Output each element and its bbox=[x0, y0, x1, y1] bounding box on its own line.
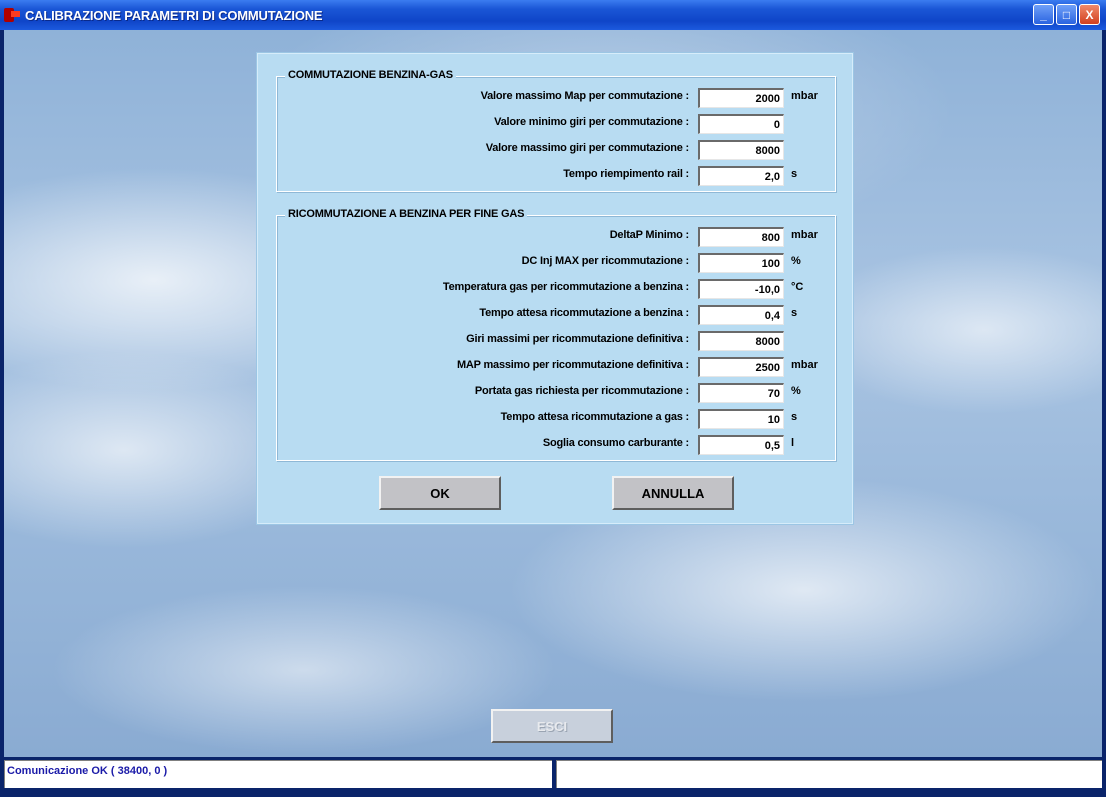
deltap-min-input[interactable]: 800 bbox=[698, 227, 784, 247]
rail-fill-time-input[interactable]: 2,0 bbox=[698, 166, 784, 186]
param-unit: s bbox=[791, 168, 798, 180]
group-title: RICOMMUTAZIONE A BENZINA PER FINE GAS bbox=[285, 208, 528, 220]
param-row: Valore massimo Map per commutazione : 20… bbox=[277, 88, 835, 108]
param-unit: mbar bbox=[791, 90, 818, 102]
param-label: Tempo attesa ricommutazione a gas : bbox=[500, 411, 690, 423]
map-max-input[interactable]: 2000 bbox=[698, 88, 784, 108]
window-controls: _ □ X bbox=[1033, 4, 1100, 25]
client-area: COMMUTAZIONE BENZINA-GAS Valore massimo … bbox=[4, 30, 1102, 757]
param-row: Portata gas richiesta per ricommutazione… bbox=[277, 383, 835, 403]
param-unit: s bbox=[791, 307, 798, 319]
maximize-button[interactable]: □ bbox=[1056, 4, 1077, 25]
param-label: Tempo riempimento rail : bbox=[563, 168, 689, 180]
param-label: Valore massimo giri per commutazione : bbox=[485, 142, 689, 154]
param-label: Tempo attesa ricommutazione a benzina : bbox=[479, 307, 689, 319]
map-max-definitive-input[interactable]: 2500 bbox=[698, 357, 784, 377]
param-unit: % bbox=[791, 385, 801, 397]
param-label: Temperatura gas per ricommutazione a ben… bbox=[442, 281, 689, 293]
app-window: CALIBRAZIONE PARAMETRI DI COMMUTAZIONE _… bbox=[0, 0, 1106, 797]
calibration-dialog: COMMUTAZIONE BENZINA-GAS Valore massimo … bbox=[257, 53, 853, 524]
dc-inj-max-input[interactable]: 100 bbox=[698, 253, 784, 273]
wait-time-gas-input[interactable]: 10 bbox=[698, 409, 784, 429]
param-label: DeltaP Minimo : bbox=[609, 229, 690, 241]
status-bar: Comunicazione OK ( 38400, 0 ) bbox=[4, 757, 1102, 791]
param-row: Soglia consumo carburante : 0,5 l bbox=[277, 435, 835, 455]
param-row: Tempo attesa ricommutazione a gas : 10 s bbox=[277, 409, 835, 429]
group-ricommutazione-benzina: RICOMMUTAZIONE A BENZINA PER FINE GAS De… bbox=[276, 208, 836, 461]
param-label: Portata gas richiesta per ricommutazione… bbox=[474, 385, 689, 397]
param-row: Temperatura gas per ricommutazione a ben… bbox=[277, 279, 835, 299]
param-unit: °C bbox=[791, 281, 804, 293]
fuel-threshold-input[interactable]: 0,5 bbox=[698, 435, 784, 455]
param-row: Giri massimi per ricommutazione definiti… bbox=[277, 331, 835, 351]
title-bar[interactable]: CALIBRAZIONE PARAMETRI DI COMMUTAZIONE _… bbox=[0, 0, 1106, 30]
param-row: Valore minimo giri per commutazione : 0 bbox=[277, 114, 835, 134]
param-row: Tempo riempimento rail : 2,0 s bbox=[277, 166, 835, 186]
param-row: MAP massimo per ricommutazione definitiv… bbox=[277, 357, 835, 377]
group-title: COMMUTAZIONE BENZINA-GAS bbox=[285, 69, 456, 81]
minimize-button[interactable]: _ bbox=[1033, 4, 1054, 25]
rpm-max-input[interactable]: 8000 bbox=[698, 140, 784, 160]
window-title: CALIBRAZIONE PARAMETRI DI COMMUTAZIONE bbox=[25, 7, 323, 23]
param-row: DC Inj MAX per ricommutazione : 100 % bbox=[277, 253, 835, 273]
maximize-icon: □ bbox=[1062, 7, 1071, 22]
param-label: Giri massimi per ricommutazione definiti… bbox=[466, 333, 689, 345]
gas-flow-input[interactable]: 70 bbox=[698, 383, 784, 403]
exit-button[interactable]: ESCI bbox=[491, 709, 613, 743]
rpm-max-definitive-input[interactable]: 8000 bbox=[698, 331, 784, 351]
status-panel-right bbox=[556, 760, 1102, 788]
param-unit: mbar bbox=[791, 359, 818, 371]
cancel-button[interactable]: ANNULLA bbox=[612, 476, 734, 510]
param-row: Tempo attesa ricommutazione a benzina : … bbox=[277, 305, 835, 325]
param-label: DC Inj MAX per ricommutazione : bbox=[521, 255, 690, 267]
param-label: Soglia consumo carburante : bbox=[542, 437, 689, 449]
param-label: MAP massimo per ricommutazione definitiv… bbox=[456, 359, 689, 371]
param-row: DeltaP Minimo : 800 mbar bbox=[277, 227, 835, 247]
ok-button[interactable]: OK bbox=[379, 476, 501, 510]
group-commutazione-benzina-gas: COMMUTAZIONE BENZINA-GAS Valore massimo … bbox=[276, 69, 836, 192]
wait-time-petrol-input[interactable]: 0,4 bbox=[698, 305, 784, 325]
status-text: Comunicazione OK ( 38400, 0 ) bbox=[4, 760, 552, 788]
param-unit: l bbox=[791, 437, 795, 449]
rpm-min-input[interactable]: 0 bbox=[698, 114, 784, 134]
param-unit: % bbox=[791, 255, 801, 267]
param-unit: mbar bbox=[791, 229, 818, 241]
app-icon bbox=[3, 6, 21, 24]
param-unit: s bbox=[791, 411, 798, 423]
close-icon: X bbox=[1085, 7, 1094, 22]
close-button[interactable]: X bbox=[1079, 4, 1100, 25]
param-label: Valore massimo Map per commutazione : bbox=[480, 90, 690, 102]
minimize-icon: _ bbox=[1040, 7, 1047, 22]
gas-temperature-input[interactable]: -10,0 bbox=[698, 279, 784, 299]
param-row: Valore massimo giri per commutazione : 8… bbox=[277, 140, 835, 160]
param-label: Valore minimo giri per commutazione : bbox=[494, 116, 689, 128]
